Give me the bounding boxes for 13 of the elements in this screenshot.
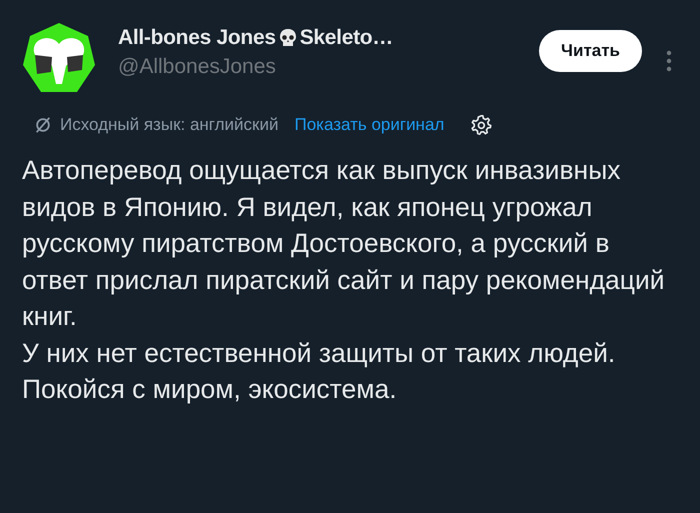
settings-icon[interactable]: [470, 114, 492, 136]
skull-icon: [278, 28, 298, 48]
translate-icon: [34, 116, 52, 134]
author-name-suffix[interactable]: Skeleto…: [300, 26, 394, 50]
post-text: Автоперевод ощущается как выпуск инвазивных видов в Японию. Я видел, как японец угрожал русскому пиратством Достоевского, а русский в ответ прислал пиратский сайт и пару рекомендаций книг.: [22, 154, 666, 333]
show-original-link[interactable]: Показать оригинал: [294, 115, 444, 135]
translation-note: Исходный язык: английский: [60, 115, 278, 135]
follow-button[interactable]: Читать: [539, 30, 642, 72]
author-handle[interactable]: @AllbonesJones: [118, 55, 540, 79]
more-icon[interactable]: [666, 50, 672, 72]
post-text: У них нет естественной защиты от таких людей. Покойся с миром, экосистема.: [22, 336, 616, 406]
author-name[interactable]: All-bones Jones: [118, 26, 276, 50]
avatar-drawing[interactable]: [22, 22, 96, 94]
